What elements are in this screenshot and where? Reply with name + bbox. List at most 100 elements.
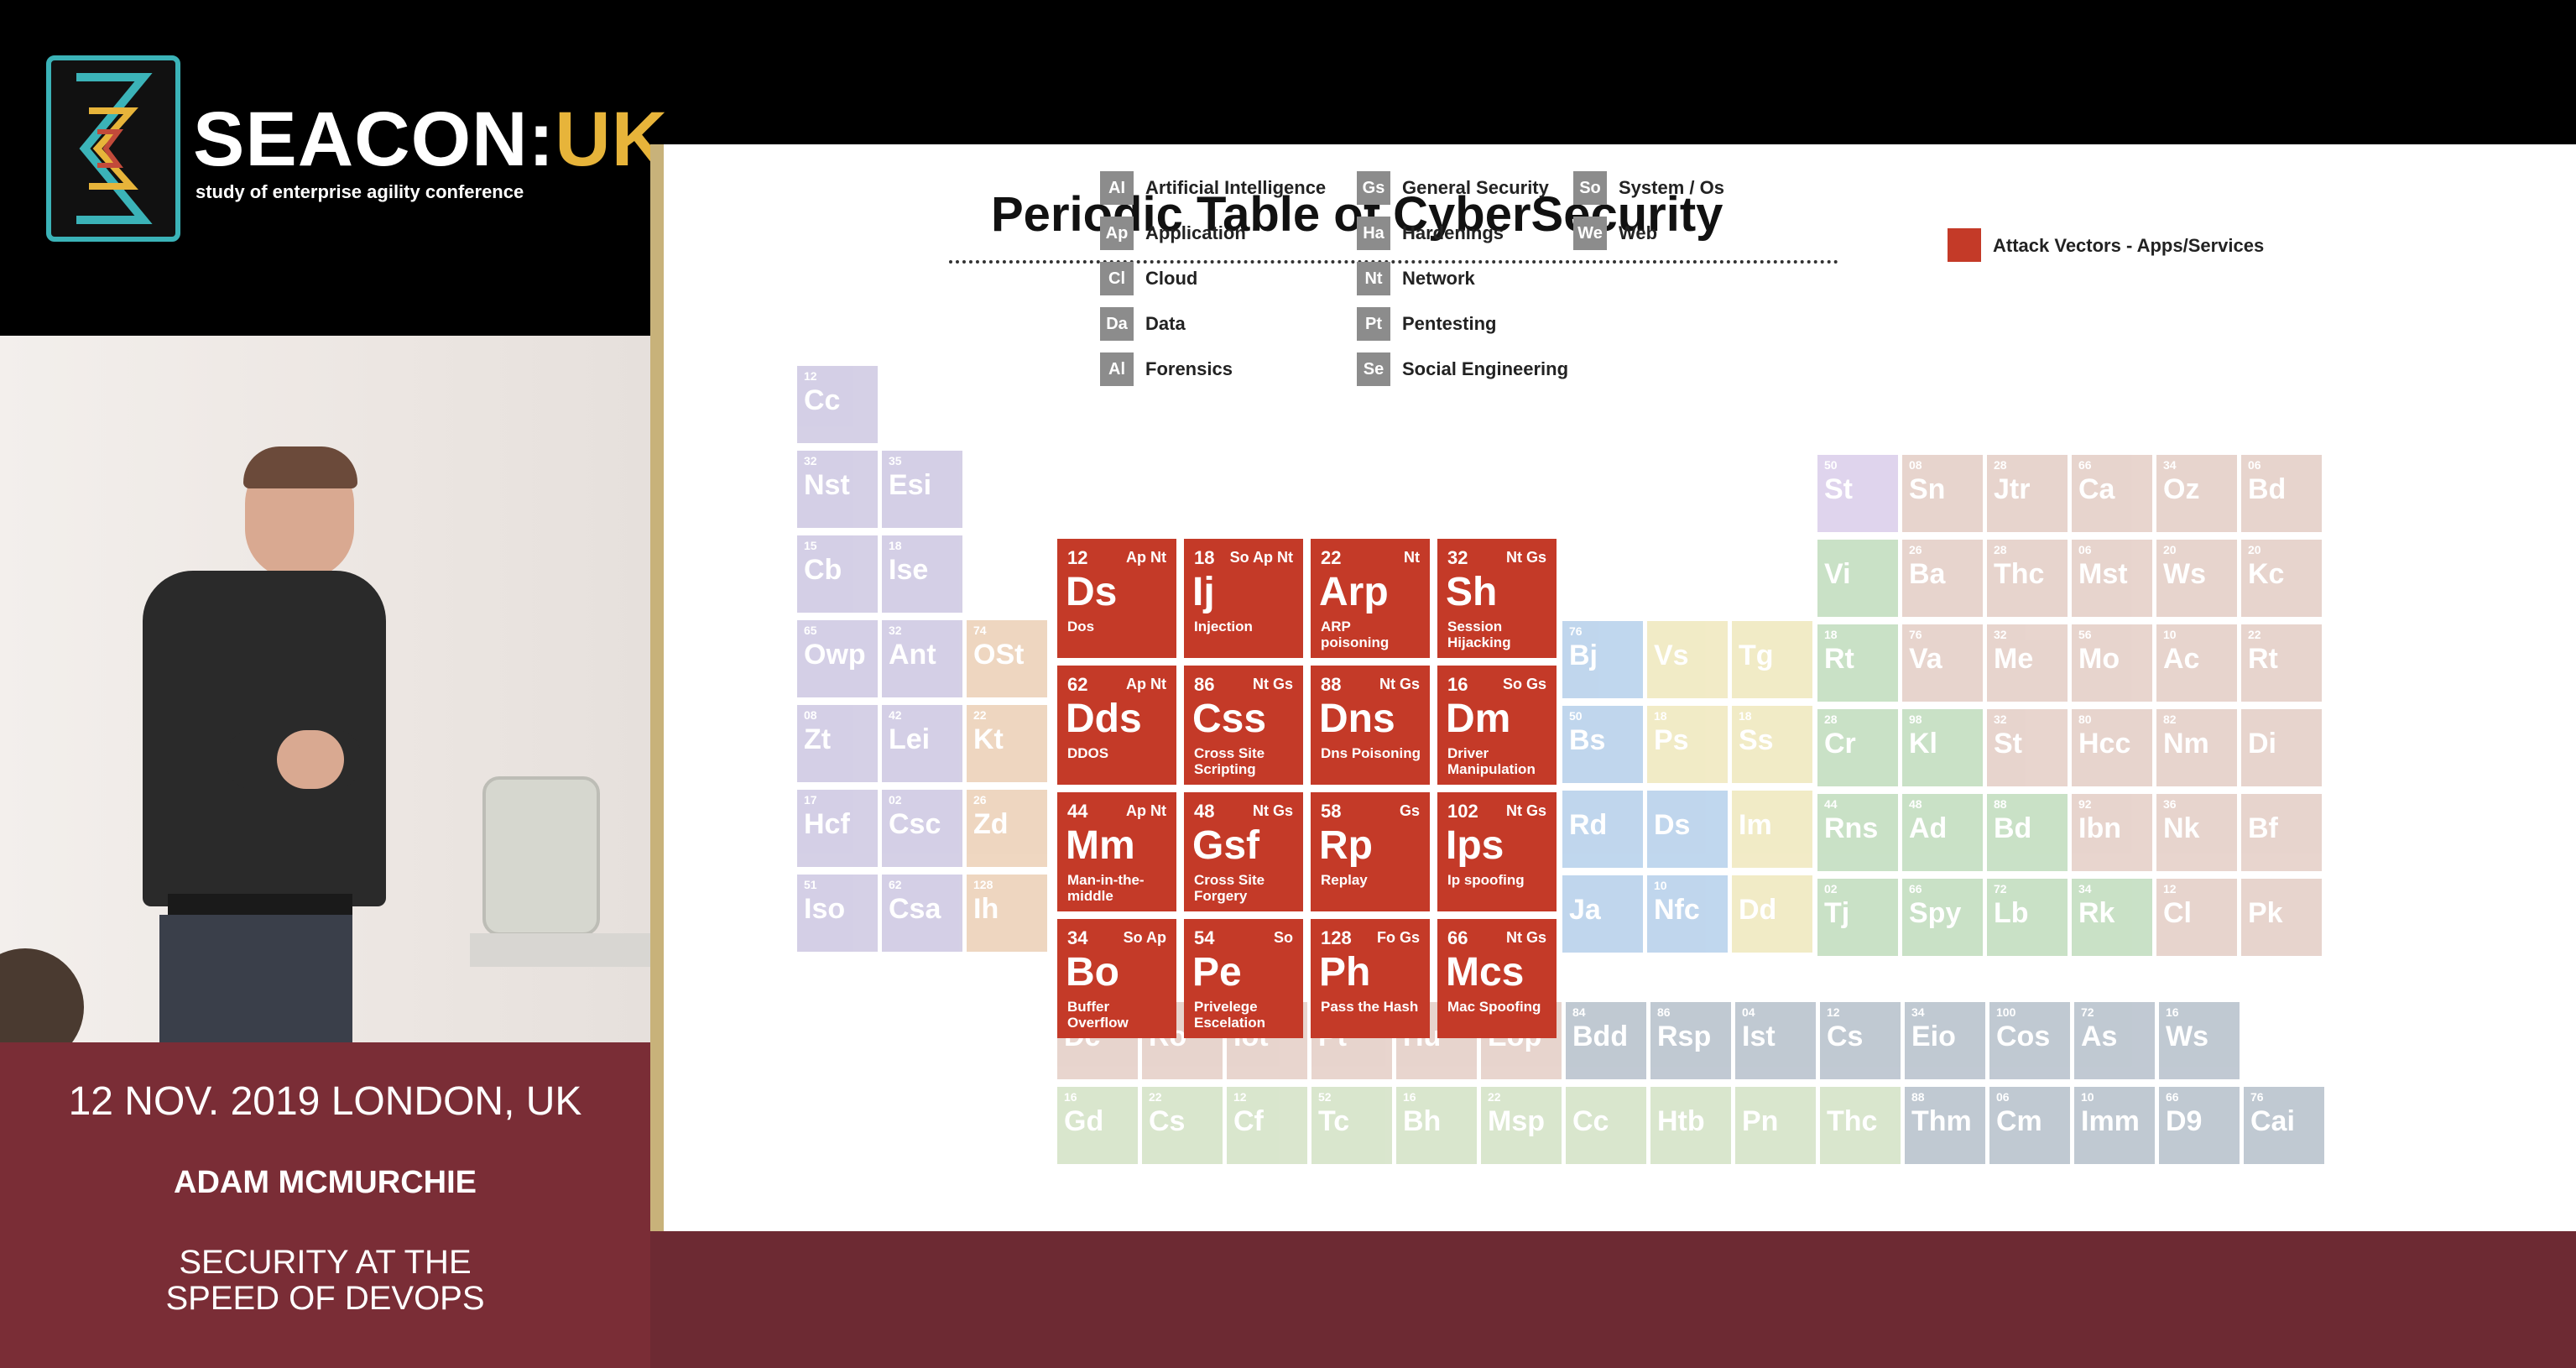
event-date: 12 NOV. 2019 LONDON, UK bbox=[68, 1079, 582, 1124]
element-symbol: Hcf bbox=[804, 808, 850, 840]
element-symbol: Owp bbox=[804, 639, 866, 671]
element-symbol: Pe bbox=[1192, 950, 1242, 995]
element-symbol: Mst bbox=[2078, 558, 2128, 590]
element-symbol: Ac bbox=[2163, 643, 2200, 675]
category-key-item: Ha Hardenings bbox=[1357, 217, 1504, 250]
element-symbol: Ja bbox=[1569, 894, 1601, 926]
element-tile: 74 OSt bbox=[967, 620, 1047, 697]
water-jar bbox=[482, 776, 600, 936]
element-symbol: Iso bbox=[804, 893, 846, 925]
element-symbol: Nfc bbox=[1654, 894, 1700, 926]
element-symbol: Vs bbox=[1654, 640, 1689, 671]
element-symbol: Lei bbox=[889, 723, 931, 755]
element-tile: 92 Ibn bbox=[2072, 794, 2152, 871]
element-symbol: Ca bbox=[2078, 473, 2115, 505]
element-tile: 20 Kc bbox=[2241, 540, 2322, 617]
element-number: 02 bbox=[889, 793, 902, 807]
element-number: 26 bbox=[1909, 543, 1922, 556]
element-number: 12 bbox=[1827, 1005, 1840, 1019]
element-symbol: Me bbox=[1994, 643, 2034, 675]
element-symbol: Cm bbox=[1996, 1105, 2042, 1137]
element-tile: 02 Csc bbox=[882, 790, 962, 867]
category-label: Web bbox=[1619, 222, 1658, 243]
element-symbol: Ibn bbox=[2078, 812, 2121, 844]
element-symbol: Ps bbox=[1654, 724, 1689, 756]
element-number: 48 bbox=[1909, 797, 1922, 811]
element-number: 28 bbox=[1994, 458, 2007, 472]
element-groups: Nt Gs bbox=[1505, 929, 1546, 946]
element-tile: 52 Tc bbox=[1311, 1087, 1392, 1164]
speaker-name: ADAM MCMURCHIE bbox=[174, 1165, 477, 1200]
element-tile: 04 Ist bbox=[1735, 1002, 1816, 1079]
category-label: Pentesting bbox=[1402, 313, 1497, 334]
element-symbol: Vi bbox=[1824, 558, 1851, 590]
element-symbol: Kl bbox=[1909, 728, 1937, 760]
element-symbol: Rk bbox=[2078, 897, 2115, 929]
element-name: DDOS bbox=[1067, 745, 1109, 761]
attack-vector-tile: 58 Gs Rp Replay bbox=[1311, 792, 1430, 911]
element-groups: Fo Gs bbox=[1376, 929, 1420, 946]
element-name: Man-in-the-middle bbox=[1067, 872, 1145, 904]
conference-logo: SEACON:UK study of enterprise agility co… bbox=[42, 55, 667, 248]
element-tile: 76 Va bbox=[1902, 624, 1983, 702]
element-symbol: St bbox=[1824, 473, 1853, 505]
category-label: Network bbox=[1402, 268, 1475, 289]
presentation-slide: Periodic Table of CyberSecurity Attack V… bbox=[650, 144, 2576, 1231]
category-abbr: Gs bbox=[1357, 171, 1390, 205]
element-symbol: Zd bbox=[973, 808, 1009, 840]
element-tile: Thc bbox=[1820, 1087, 1901, 1164]
category-abbr: Ha bbox=[1357, 217, 1390, 250]
element-symbol: Mcs bbox=[1446, 950, 1525, 995]
element-tile: 20 Ws bbox=[2156, 540, 2237, 617]
category-key-item: Pt Pentesting bbox=[1357, 307, 1496, 341]
element-symbol: Gsf bbox=[1192, 823, 1260, 868]
element-number: 62 bbox=[889, 878, 902, 891]
element-tile: 76 Bj bbox=[1562, 621, 1643, 698]
logo-mark-icon bbox=[46, 55, 180, 242]
element-tile: 15 Cb bbox=[797, 535, 878, 613]
element-symbol: Css bbox=[1192, 697, 1267, 741]
element-groups: Nt Gs bbox=[1505, 802, 1546, 819]
element-symbol: Sh bbox=[1446, 570, 1498, 614]
element-symbol: Bdd bbox=[1572, 1021, 1629, 1052]
element-symbol: Esi bbox=[889, 469, 932, 501]
element-number: 34 bbox=[2078, 882, 2092, 895]
element-tile: 18 Ps bbox=[1647, 706, 1728, 783]
attack-vector-tile: 62 Ap Nt Dds DDOS bbox=[1057, 666, 1176, 785]
element-symbol: Htb bbox=[1657, 1105, 1705, 1137]
element-number: 17 bbox=[804, 793, 817, 807]
element-symbol: Eio bbox=[1911, 1021, 1956, 1052]
element-name: Pass the Hash bbox=[1321, 999, 1419, 1015]
element-symbol: Dm bbox=[1446, 697, 1511, 741]
element-number: 20 bbox=[2248, 543, 2261, 556]
element-number: 32 bbox=[889, 624, 902, 637]
element-symbol: Tg bbox=[1739, 640, 1774, 671]
element-tile: 34 Oz bbox=[2156, 455, 2237, 532]
element-tile: 36 Nk bbox=[2156, 794, 2237, 871]
element-symbol: Hcc bbox=[2078, 728, 2131, 760]
element-tile: 56 Mo bbox=[2072, 624, 2152, 702]
element-number: 62 bbox=[1067, 674, 1088, 695]
element-number: 34 bbox=[2163, 458, 2177, 472]
element-tile: 86 Rsp bbox=[1650, 1002, 1731, 1079]
element-tile: 100 Cos bbox=[1989, 1002, 2070, 1079]
attack-vector-tile: 44 Ap Nt Mm Man-in-the-middle bbox=[1057, 792, 1176, 911]
element-number: 48 bbox=[1194, 801, 1215, 822]
element-tile: 22 Rt bbox=[2241, 624, 2322, 702]
element-symbol: Zt bbox=[804, 723, 832, 755]
element-symbol: Ws bbox=[2166, 1021, 2208, 1052]
element-symbol: Cr bbox=[1824, 728, 1856, 760]
element-number: 06 bbox=[2248, 458, 2261, 472]
attack-vector-tile: 88 Nt Gs Dns Dns Poisoning bbox=[1311, 666, 1430, 785]
element-number: 18 bbox=[1824, 628, 1838, 641]
element-tile: 06 Bd bbox=[2241, 455, 2322, 532]
element-symbol: Ss bbox=[1739, 724, 1774, 756]
element-tile: 17 Hcf bbox=[797, 790, 878, 867]
element-symbol: Oz bbox=[2163, 473, 2200, 505]
element-tile: Vs bbox=[1647, 621, 1728, 698]
element-number: 18 bbox=[1194, 547, 1215, 568]
element-name: Dos bbox=[1067, 619, 1095, 634]
element-number: 50 bbox=[1824, 458, 1838, 472]
element-groups: Ap Nt bbox=[1126, 802, 1166, 819]
element-tile: 66 Spy bbox=[1902, 879, 1983, 956]
